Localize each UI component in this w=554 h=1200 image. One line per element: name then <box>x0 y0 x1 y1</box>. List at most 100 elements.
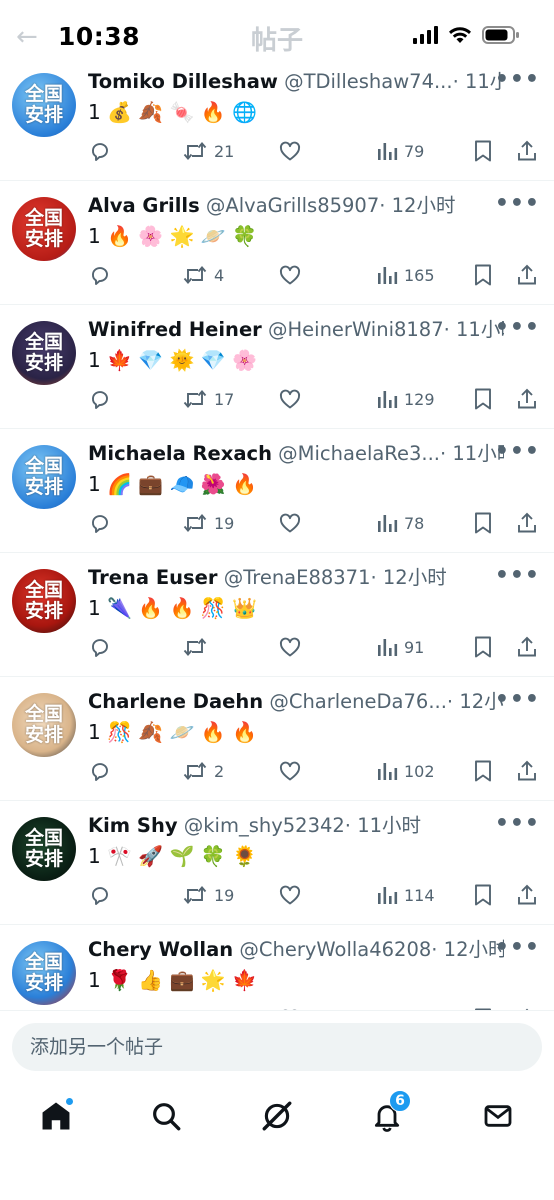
more-options-icon[interactable]: ••• <box>495 191 540 216</box>
more-options-icon[interactable]: ••• <box>495 315 540 340</box>
post-item[interactable]: 全国安排 Kim Shy @kim_shy52342· 11小时 ••• 1 🎌… <box>0 801 554 925</box>
like-button[interactable] <box>278 135 302 167</box>
post-item[interactable]: 全国安排 Trena Euser @TrenaE88371· 12小时 ••• … <box>0 553 554 677</box>
share-button[interactable] <box>515 383 539 415</box>
author-handle[interactable]: @MichaelaRe3... <box>278 442 440 465</box>
share-button[interactable] <box>515 1003 539 1010</box>
bookmark-button[interactable] <box>472 755 494 787</box>
retweet-button[interactable]: 21 <box>182 135 234 167</box>
reply-button[interactable] <box>88 383 112 415</box>
post-item[interactable]: 全国安排 Chery Wollan @CheryWolla46208· 12小时… <box>0 925 554 1010</box>
retweet-button[interactable]: 19 <box>182 507 234 539</box>
author-name[interactable]: Trena Euser <box>88 566 217 589</box>
add-post-input[interactable]: 添加另一个帖子 <box>12 1023 542 1071</box>
views-button[interactable]: 114 <box>376 879 435 911</box>
bookmark-button[interactable] <box>472 135 494 167</box>
home-icon[interactable] <box>36 1096 76 1136</box>
avatar[interactable]: 全国安排 <box>12 197 76 261</box>
author-name[interactable]: Tomiko Dilleshaw <box>88 70 278 93</box>
reply-button[interactable] <box>88 755 112 787</box>
like-button[interactable] <box>278 383 302 415</box>
reply-button[interactable] <box>88 1003 112 1010</box>
like-button[interactable] <box>278 755 302 787</box>
avatar[interactable]: 全国安排 <box>12 73 76 137</box>
author-handle[interactable]: @TrenaE88371 <box>224 566 371 589</box>
reply-icon <box>88 759 112 783</box>
more-options-icon[interactable]: ••• <box>495 563 540 588</box>
reply-button[interactable] <box>88 507 112 539</box>
retweet-icon <box>182 635 208 659</box>
bookmark-button[interactable] <box>472 383 494 415</box>
more-options-icon[interactable]: ••• <box>495 935 540 960</box>
like-button[interactable] <box>278 879 302 911</box>
views-button[interactable]: 78 <box>376 507 424 539</box>
reply-button[interactable] <box>88 879 112 911</box>
post-item[interactable]: 全国安排 Tomiko Dilleshaw @TDilleshaw74...· … <box>0 57 554 181</box>
author-handle[interactable]: @HeinerWini8187 <box>268 318 444 341</box>
more-options-icon[interactable]: ••• <box>495 811 540 836</box>
thread-feed[interactable]: 全国安排 Tomiko Dilleshaw @TDilleshaw74...· … <box>0 57 554 1010</box>
retweet-button[interactable]: 2 <box>182 755 224 787</box>
views-button[interactable]: 165 <box>376 259 435 291</box>
bookmark-button[interactable] <box>472 259 494 291</box>
grok-icon[interactable] <box>257 1096 297 1136</box>
reply-button[interactable] <box>88 259 112 291</box>
author-handle[interactable]: @kim_shy52342 <box>184 814 345 837</box>
share-button[interactable] <box>515 135 539 167</box>
avatar[interactable]: 全国安排 <box>12 693 76 757</box>
author-name[interactable]: Alva Grills <box>88 194 200 217</box>
avatar[interactable]: 全国安排 <box>12 445 76 509</box>
post-text: 1 🎌 🚀 🌱 🍀 🌻 <box>88 844 258 868</box>
messages-icon[interactable] <box>478 1096 518 1136</box>
author-name[interactable]: Michaela Rexach <box>88 442 272 465</box>
retweet-button[interactable]: 4 <box>182 259 224 291</box>
bookmark-button[interactable] <box>472 879 494 911</box>
author-handle[interactable]: @AlvaGrills85907 <box>206 194 379 217</box>
post-item[interactable]: 全国安排 Charlene Daehn @CharleneDa76...· 12… <box>0 677 554 801</box>
views-button[interactable]: 129 <box>376 383 435 415</box>
share-button[interactable] <box>515 507 539 539</box>
search-icon[interactable] <box>146 1096 186 1136</box>
bookmark-button[interactable] <box>472 1003 494 1010</box>
reply-button[interactable] <box>88 631 112 663</box>
bookmark-button[interactable] <box>472 631 494 663</box>
like-button[interactable] <box>278 507 302 539</box>
bookmark-button[interactable] <box>472 507 494 539</box>
avatar[interactable]: 全国安排 <box>12 941 76 1005</box>
avatar[interactable]: 全国安排 <box>12 817 76 881</box>
more-options-icon[interactable]: ••• <box>495 687 540 712</box>
avatar[interactable]: 全国安排 <box>12 569 76 633</box>
author-handle[interactable]: @CharleneDa76... <box>269 690 447 713</box>
post-text: 1 🍁 💎 🌞 💎 🌸 <box>88 348 258 372</box>
retweet-button[interactable] <box>182 1003 214 1010</box>
views-button[interactable]: 79 <box>376 135 424 167</box>
like-button[interactable] <box>278 259 302 291</box>
author-name[interactable]: Chery Wollan <box>88 938 233 961</box>
share-button[interactable] <box>515 631 539 663</box>
post-item[interactable]: 全国安排 Michaela Rexach @MichaelaRe3...· 11… <box>0 429 554 553</box>
author-handle[interactable]: @TDilleshaw74... <box>284 70 453 93</box>
share-button[interactable] <box>515 259 539 291</box>
like-button[interactable] <box>278 1003 302 1010</box>
share-button[interactable] <box>515 755 539 787</box>
notifications-icon[interactable]: 6 <box>367 1090 411 1136</box>
post-item[interactable]: 全国安排 Alva Grills @AlvaGrills85907· 12小时 … <box>0 181 554 305</box>
post-item[interactable]: 全国安排 Winifred Heiner @HeinerWini8187· 11… <box>0 305 554 429</box>
more-options-icon[interactable]: ••• <box>495 439 540 464</box>
share-button[interactable] <box>515 879 539 911</box>
reply-button[interactable] <box>88 135 112 167</box>
views-button[interactable] <box>376 1003 404 1010</box>
status-time: 10:38 <box>58 22 141 51</box>
retweet-button[interactable]: 19 <box>182 879 234 911</box>
views-button[interactable]: 91 <box>376 631 424 663</box>
more-options-icon[interactable]: ••• <box>495 67 540 92</box>
author-name[interactable]: Kim Shy <box>88 814 178 837</box>
retweet-button[interactable]: 17 <box>182 383 234 415</box>
like-button[interactable] <box>278 631 302 663</box>
author-name[interactable]: Winifred Heiner <box>88 318 262 341</box>
views-button[interactable]: 102 <box>376 755 435 787</box>
author-name[interactable]: Charlene Daehn <box>88 690 263 713</box>
retweet-button[interactable] <box>182 631 214 663</box>
avatar[interactable]: 全国安排 <box>12 321 76 385</box>
author-handle[interactable]: @CheryWolla46208 <box>239 938 431 961</box>
